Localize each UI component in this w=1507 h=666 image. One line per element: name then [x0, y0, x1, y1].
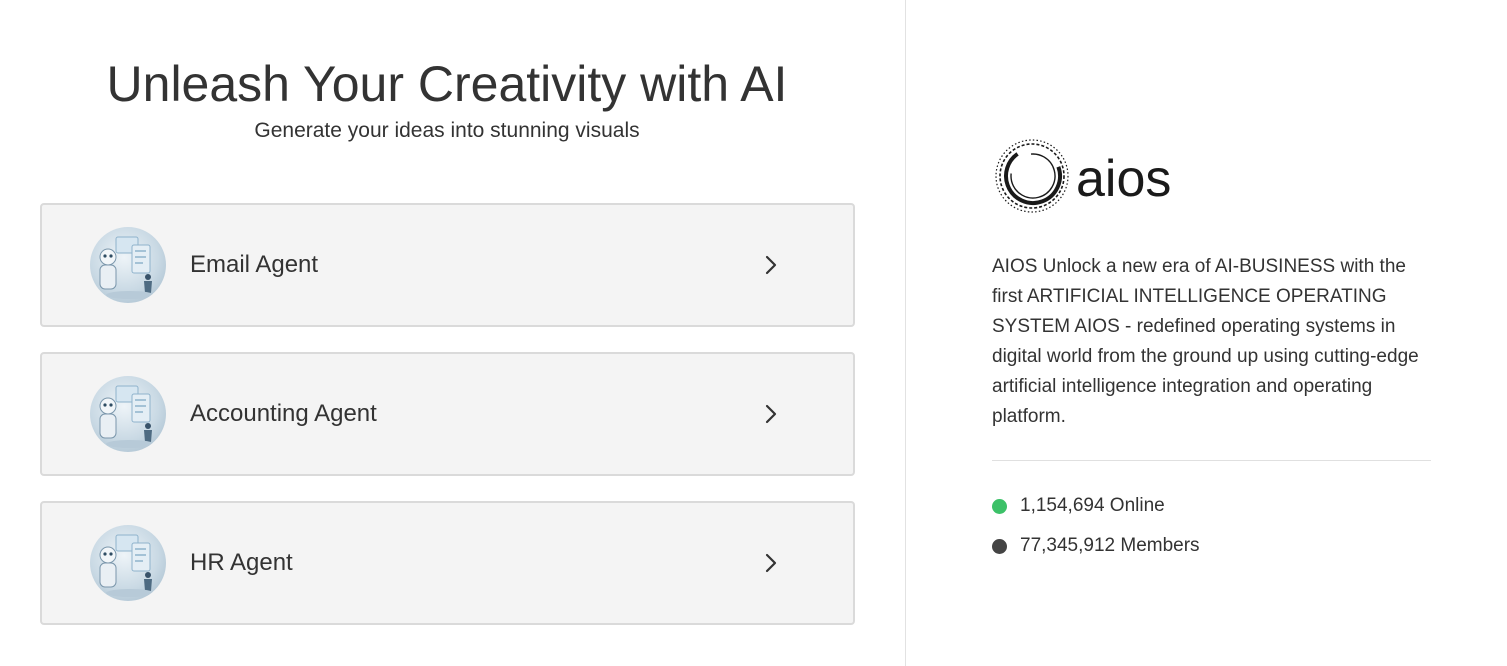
chevron-right-icon — [765, 404, 777, 424]
divider — [992, 460, 1431, 461]
agent-avatar-image — [90, 227, 166, 303]
agents-panel: Unleash Your Creativity with AI Generate… — [0, 0, 906, 666]
logo-text: aios — [1076, 150, 1171, 208]
chevron-right-icon — [765, 553, 777, 573]
agent-avatar-image — [90, 525, 166, 601]
agent-label: Email Agent — [190, 251, 319, 278]
accounting-agent-card[interactable]: Accounting Agent — [40, 352, 855, 476]
agent-avatar-image — [90, 376, 166, 452]
members-status-dot — [992, 539, 1007, 554]
hr-agent-card[interactable]: HR Agent — [40, 501, 855, 625]
page-subtitle: Generate your ideas into stunning visual… — [254, 119, 640, 142]
agent-label: Accounting Agent — [190, 400, 377, 427]
members-count: 77,345,912 Members — [1020, 535, 1200, 556]
online-status-dot — [992, 499, 1007, 514]
email-agent-card[interactable]: Email Agent — [40, 203, 855, 327]
page-title: Unleash Your Creativity with AI — [106, 56, 788, 112]
agent-label: HR Agent — [190, 549, 293, 576]
about-text: AIOS Unlock a new era of AI-BUSINESS wit… — [992, 256, 1419, 427]
page: Unleash Your Creativity with AI Generate… — [0, 0, 1507, 666]
info-panel: aios AIOS Unlock a new era of AI-BUSINES… — [906, 0, 1507, 666]
aios-logo: aios — [995, 139, 1171, 213]
chevron-right-icon — [765, 255, 777, 275]
online-count: 1,154,694 Online — [1020, 495, 1165, 516]
